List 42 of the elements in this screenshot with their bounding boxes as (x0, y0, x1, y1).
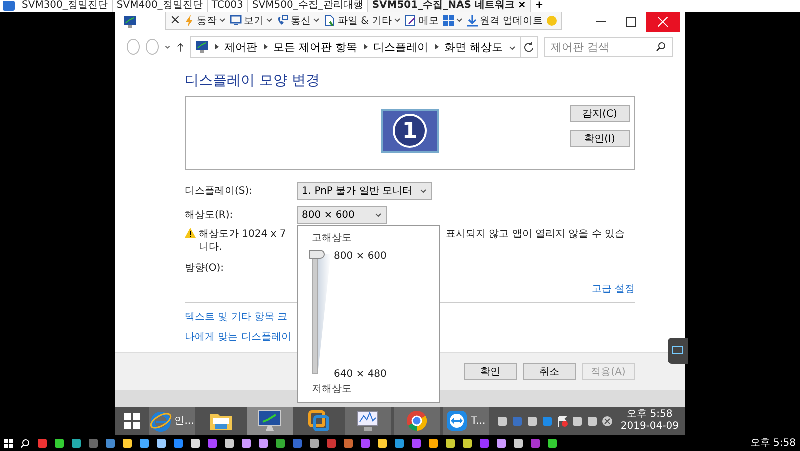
warning-text: 니다. (199, 241, 224, 254)
toolbar-menu[interactable]: 원격 업데이트 (467, 14, 544, 28)
new-tab-button[interactable]: + (531, 0, 548, 12)
field-label: 방향(O): (185, 262, 224, 275)
browser-tab[interactable]: SVM501_수집_NAS 네트워크 × (368, 0, 532, 12)
resolution-value: 800 × 600 (334, 250, 387, 263)
monitor-tile[interactable]: 1 (381, 109, 439, 153)
toolbar-close-button[interactable]: × (170, 13, 181, 28)
advanced-settings-link[interactable]: 고급 설정 (592, 284, 635, 295)
close-tab-button[interactable]: × (518, 0, 526, 12)
settings-link[interactable]: 나에게 맞는 디스플레이 (185, 331, 292, 344)
breadcrumb[interactable]: 화면 해상도 (444, 40, 504, 54)
dialog-button[interactable]: 확인 (464, 363, 517, 380)
field-label: 디스플레이(S): (185, 184, 254, 198)
toolbar-menu[interactable]: 메모 (405, 14, 440, 28)
dialog-button[interactable]: 취소 (523, 363, 576, 380)
breadcrumb[interactable]: 제어판 (224, 40, 258, 54)
clock[interactable]: 오후 5:58 (750, 436, 796, 450)
preview-button[interactable]: 확인(I) (570, 130, 630, 147)
settings-link[interactable]: 텍스트 및 기타 항목 크 (185, 311, 288, 324)
slider-label: 고해상도 (312, 232, 352, 245)
warning-text: 해상도가 1024 x 7 (199, 228, 288, 241)
slider-label: 저해상도 (312, 383, 352, 396)
resolution-value: 640 × 480 (334, 368, 387, 381)
warning-text: 표시되지 않고 앱이 열리지 않을 수 있습 (446, 228, 626, 241)
preview-button[interactable]: 감지(C) (570, 105, 630, 122)
monitor-number: 1 (393, 114, 427, 148)
breadcrumb[interactable]: 모든 제어판 항목 (274, 40, 358, 54)
clock[interactable]: 오후 5:58 2019-04-09 (616, 409, 683, 433)
resolution-dropdown[interactable]: 800 × 600 (297, 206, 387, 224)
search-field[interactable]: 제어판 검색 (544, 37, 673, 57)
page-heading: 디스플레이 모양 변경 (185, 72, 321, 90)
toolbar-menu[interactable]: 파일 & 기타 (324, 14, 402, 28)
display-dropdown[interactable]: 1. PnP 불가 일반 모니터 (297, 182, 432, 200)
address-bar[interactable]: 제어판 모든 제어판 항목 디스플레이 화면 해상도 (190, 36, 522, 58)
breadcrumb[interactable]: 디스플레이 (374, 40, 429, 54)
toolbar-menu[interactable]: 통신 (276, 14, 320, 28)
toolbar-menu[interactable]: 동작 (184, 14, 226, 28)
taskbar-button[interactable]: T... (443, 407, 489, 435)
taskbar-button[interactable]: 인... (149, 407, 195, 435)
toolbar-menu[interactable]: 보기 (230, 14, 273, 28)
field-label: 해상도(R): (185, 208, 234, 222)
